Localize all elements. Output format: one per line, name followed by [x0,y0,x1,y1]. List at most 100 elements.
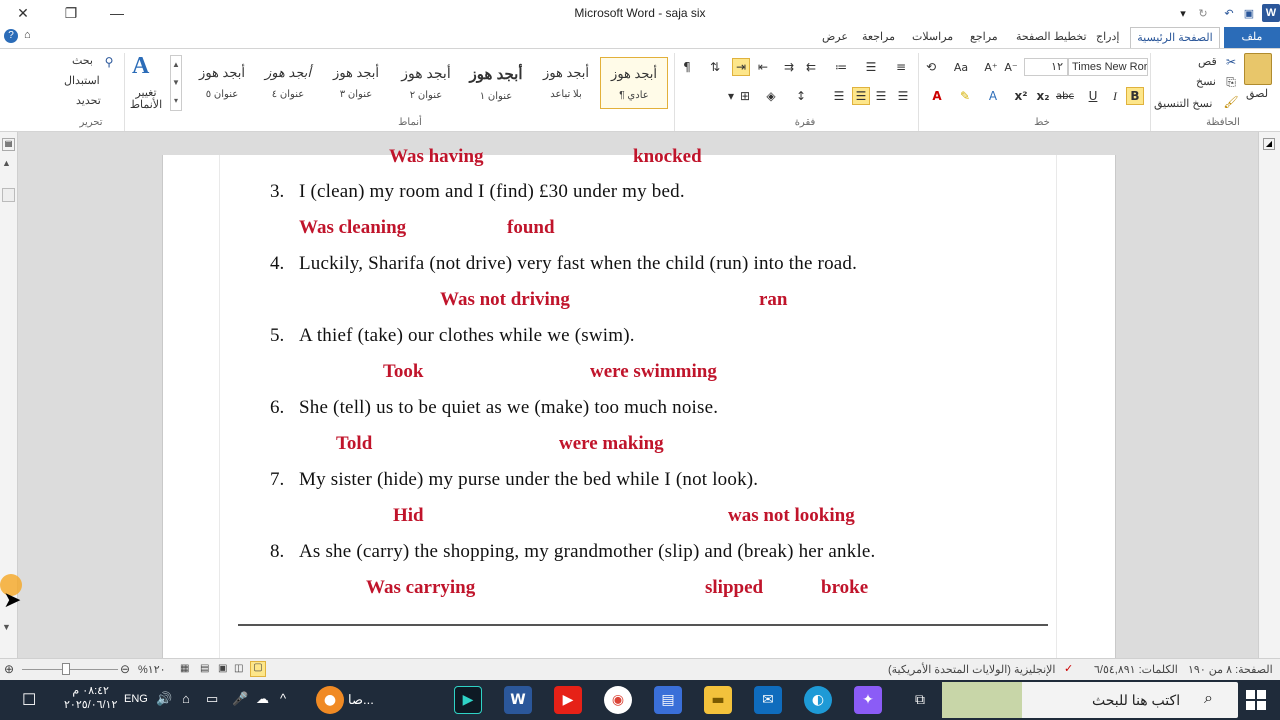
file-explorer-icon[interactable]: ▬ [704,686,732,714]
numbering-icon[interactable]: ☰ [862,58,880,76]
page-number[interactable]: الصفحة: ٨ من ١٩٠ [1188,663,1273,676]
chrome-icon[interactable]: ◉ [604,686,632,714]
tab-file[interactable]: ملف [1224,27,1280,48]
save-icon[interactable]: ▣ [1240,4,1258,22]
show-hidden-icons[interactable]: ^ [280,691,286,706]
minimize-window-button[interactable]: — [94,0,140,26]
reading-view-icon[interactable]: ◫ [234,663,243,674]
taskbar-app-label[interactable]: صا... [348,692,374,708]
bold-icon[interactable]: B [1126,87,1144,105]
replace-button[interactable]: استبدال [64,74,100,87]
text-direction-icon[interactable]: ⟲ [922,58,940,76]
restore-window-button[interactable]: ❐ [48,0,94,26]
font-name-select[interactable]: Times New Ror [1068,58,1148,76]
volume-icon[interactable]: 🔊 [156,691,172,707]
network-icon[interactable]: ⌂ [182,691,190,706]
style-heading-4[interactable]: أبجد هوز عنوان ٤ [254,57,322,109]
customize-qat-icon[interactable]: ▾ [1174,4,1192,22]
superscript-icon[interactable]: x² [1012,87,1030,105]
close-window-button[interactable]: ✕ [0,0,46,26]
outlook-icon[interactable]: ✉ [754,686,782,714]
task-view-icon[interactable]: ⧉ [906,686,934,714]
style-normal[interactable]: أبجد هوز ¶ عادي [600,57,668,109]
collapse-ribbon-icon[interactable]: ⌂ [24,29,31,41]
windows-start-icon[interactable] [1246,690,1266,710]
style-heading-5[interactable]: أبجد هوز عنوان ٥ [188,57,256,109]
shading-icon[interactable]: ◈ [762,87,780,105]
multilevel-list-icon[interactable]: ≔ [832,58,850,76]
tab-review[interactable]: مراجعة [856,27,901,48]
draft-view-icon[interactable]: ▦ [180,663,189,674]
zoom-out-icon[interactable]: ⊖ [120,662,130,676]
increase-indent-icon[interactable]: ⇉ [780,58,798,76]
view-ruler-icon[interactable]: ◢ [1263,138,1275,150]
cut-button[interactable]: قص [1198,55,1217,68]
sort-icon[interactable]: ⇅ [706,58,724,76]
mic-icon[interactable]: 🎤 [232,691,248,707]
tab-references[interactable]: مراجع [964,27,1004,48]
input-language[interactable]: ENG [124,693,148,705]
tab-view[interactable]: عرض [816,27,854,48]
decrease-indent-icon[interactable]: ⇇ [802,58,820,76]
style-heading-2[interactable]: أبجد هوز عنوان ٢ [392,57,460,109]
style-heading-1[interactable]: أبجد هوز عنوان ١ [462,57,530,109]
word-taskbar-icon[interactable]: W [504,686,532,714]
line-spacing-icon[interactable]: ↕ [792,87,810,105]
search-box[interactable]: اكتب هنا للبحث ⌕ [942,682,1238,718]
tab-mailings[interactable]: مراسلات [906,27,959,48]
proofing-icon[interactable]: ✓ [1064,662,1073,675]
align-right-icon[interactable]: ☰ [852,87,870,105]
font-color-icon[interactable]: A [928,87,946,105]
word-count[interactable]: الكلمات: ٦/٥٤,٨٩١ [1094,663,1178,676]
edge-icon[interactable]: ◐ [804,686,832,714]
help-icon[interactable]: ? [4,29,18,43]
zoom-slider[interactable] [22,669,118,670]
highlight-icon[interactable]: ✎ [956,87,974,105]
align-left-icon[interactable]: ☰ [894,87,912,105]
onedrive-icon[interactable]: ☁ [256,691,269,707]
outline-view-icon[interactable]: ▤ [200,663,209,674]
find-button[interactable]: بحث [72,54,93,67]
zoom-in-icon[interactable]: ⊕ [4,662,14,676]
styles-scroll[interactable]: ▲ ▼ ▾ [170,55,182,111]
style-heading-3[interactable]: أبجد هوز عنوان ٣ [322,57,390,109]
zoom-level[interactable]: %١٢٠ [138,663,166,676]
tab-insert[interactable]: إدراج [1090,27,1125,48]
scroll-down-icon[interactable]: ▼ [2,622,11,632]
subscript-icon[interactable]: x₂ [1034,87,1052,105]
language-indicator[interactable]: الإنجليزية (الولايات المتحدة الأمريكية) [888,663,1055,676]
paste-button[interactable]: لصق [1246,87,1268,100]
app-avatar-icon[interactable]: ● [316,686,344,714]
copy-button[interactable]: نسخ [1196,75,1216,88]
italic-icon[interactable]: I [1106,87,1124,105]
tab-page-layout[interactable]: تخطيط الصفحة [1010,27,1093,48]
format-painter-button[interactable]: نسخ التنسيق [1154,97,1212,110]
show-marks-icon[interactable]: ¶ [678,58,696,76]
change-styles-button[interactable]: تغيير الأنماط [128,87,164,111]
store-icon[interactable]: ▤ [654,686,682,714]
screen-recorder-icon[interactable]: ▶ [454,686,482,714]
center-icon[interactable]: ☰ [872,87,890,105]
zoom-slider-thumb[interactable] [62,663,70,675]
copilot-icon[interactable]: ✦ [854,686,882,714]
undo-icon[interactable]: ↶ [1220,4,1238,22]
rtl-direction-icon[interactable]: ⇥ [732,58,750,76]
strikethrough-icon[interactable]: abc [1056,87,1074,105]
change-case-icon[interactable]: Aa [952,58,970,76]
bullets-icon[interactable]: ≡ [892,58,910,76]
borders-icon[interactable]: ⊞ [736,87,754,105]
web-layout-icon[interactable]: ▣ [218,663,227,674]
document-page[interactable]: Was having knocked 3. I (clean) my room … [162,146,1116,658]
tab-home[interactable]: الصفحة الرئيسية [1130,27,1220,48]
battery-icon[interactable]: ▭ [206,691,218,707]
font-size-select[interactable]: ١٢ [1024,58,1068,76]
notification-icon[interactable]: ☐ [22,690,36,710]
select-button[interactable]: تحديد [76,94,101,107]
vertical-scrollbar[interactable]: ◢ [1258,132,1280,658]
grow-font-icon[interactable]: A⁺ [982,58,1000,76]
text-effects-icon[interactable]: A [984,87,1002,105]
ruler-toggle-icon[interactable]: ▤ [2,138,15,151]
justify-icon[interactable]: ☰ [830,87,848,105]
underline-icon[interactable]: U [1084,87,1102,105]
shrink-font-icon[interactable]: A⁻ [1002,58,1020,76]
